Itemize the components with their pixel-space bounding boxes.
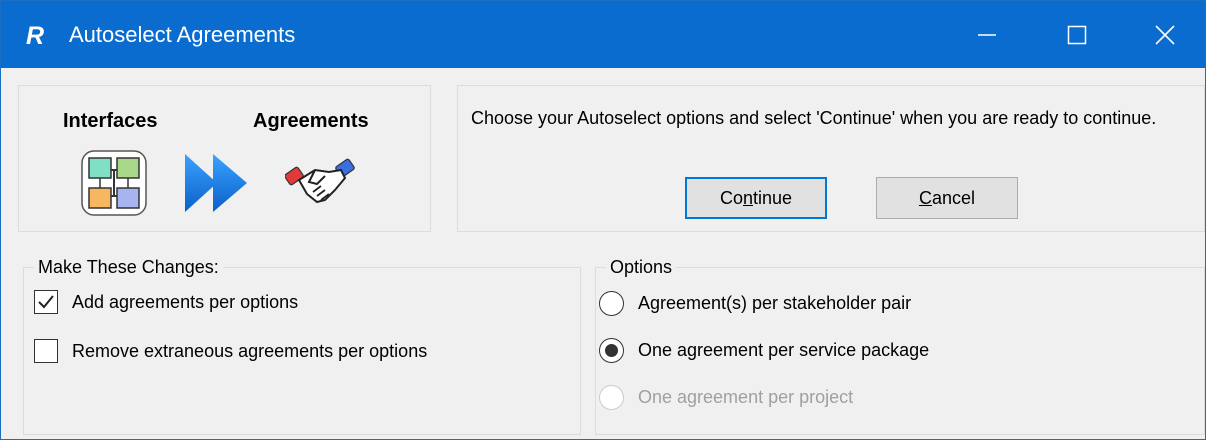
maximize-icon xyxy=(1067,25,1087,44)
remove-extraneous-option[interactable]: Remove extraneous agreements per options xyxy=(34,339,427,363)
continue-label-rest: tinue xyxy=(752,187,793,208)
minimize-icon xyxy=(978,33,996,36)
project-radio xyxy=(599,385,624,410)
project-label: One agreement per project xyxy=(638,387,854,407)
remove-extraneous-label: Remove extraneous agreements per options xyxy=(72,340,428,361)
interfaces-diagram-icon xyxy=(81,150,147,216)
make-changes-group: Make These Changes: Add agreements per o… xyxy=(23,257,581,435)
option-service-package[interactable]: One agreement per service package xyxy=(599,338,929,363)
stakeholder-pair-radio[interactable] xyxy=(599,291,624,316)
close-button[interactable] xyxy=(1119,1,1206,68)
handshake-icon xyxy=(285,158,355,204)
option-stakeholder-pair[interactable]: Agreement(s) per stakeholder pair xyxy=(599,291,911,316)
options-title: Options xyxy=(606,257,677,278)
window-title: Autoselect Agreements xyxy=(69,22,296,47)
checkmark-icon xyxy=(38,295,54,309)
interfaces-label: Interfaces xyxy=(63,110,158,132)
service-package-label: One agreement per service package xyxy=(638,340,930,360)
cancel-mnemonic: C xyxy=(918,187,932,208)
options-group: Options Agreement(s) per stakeholder pai… xyxy=(595,257,1205,435)
radio-selected-dot xyxy=(605,344,618,357)
add-agreements-option[interactable]: Add agreements per options xyxy=(34,290,298,314)
svg-text:R: R xyxy=(26,22,44,49)
continue-label-part: Co xyxy=(719,187,743,208)
close-icon xyxy=(1155,24,1175,45)
continue-mnemonic: n xyxy=(742,187,753,208)
app-logo-icon: R xyxy=(26,22,44,49)
instructions-text: Choose your Autoselect options and selec… xyxy=(471,108,1157,128)
minimize-button[interactable] xyxy=(941,1,1033,68)
agreements-label: Agreements xyxy=(253,110,369,132)
add-agreements-checkbox[interactable] xyxy=(34,290,58,314)
continue-button[interactable]: Co n tinue xyxy=(685,177,827,219)
cancel-label-rest: ancel xyxy=(931,187,976,208)
dialog-window: R Autoselect Agreements Interfaces Agree… xyxy=(0,0,1206,440)
cancel-button[interactable]: Cancel xyxy=(876,177,1018,219)
make-changes-title: Make These Changes: xyxy=(34,257,223,278)
interfaces-to-agreements-panel: Interfaces Agreements xyxy=(18,85,431,232)
maximize-button[interactable] xyxy=(1031,1,1123,68)
double-arrow-right-icon xyxy=(185,154,247,212)
option-project: One agreement per project xyxy=(599,385,853,410)
title-bar[interactable]: R Autoselect Agreements xyxy=(1,1,1205,68)
instructions-panel: Choose your Autoselect options and selec… xyxy=(457,85,1205,232)
remove-extraneous-checkbox[interactable] xyxy=(34,339,58,363)
stakeholder-pair-label: Agreement(s) per stakeholder pair xyxy=(638,293,912,313)
add-agreements-label: Add agreements per options xyxy=(72,291,299,312)
service-package-radio[interactable] xyxy=(599,338,624,363)
